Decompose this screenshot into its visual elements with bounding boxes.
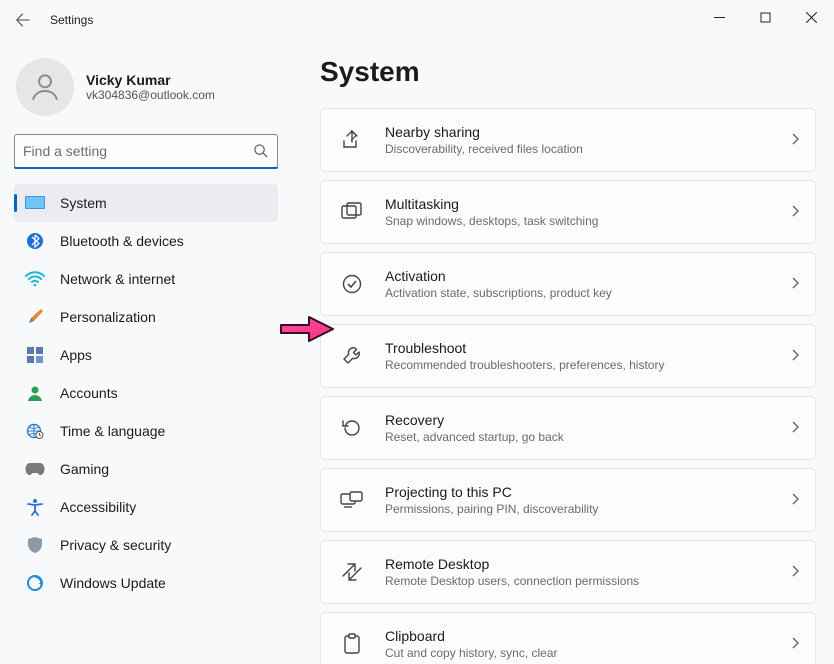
person-icon: [28, 70, 62, 104]
close-icon: [806, 12, 817, 23]
card-subtitle: Discoverability, received files location: [385, 141, 789, 157]
nav-item-bluetooth[interactable]: Bluetooth & devices: [14, 222, 278, 260]
card-title: Troubleshoot: [385, 339, 789, 357]
card-title: Multitasking: [385, 195, 789, 213]
card-subtitle: Activation state, subscriptions, product…: [385, 285, 789, 301]
clipboard-icon: [339, 631, 365, 657]
card-activation[interactable]: ActivationActivation state, subscription…: [320, 252, 816, 316]
nav-item-apps[interactable]: Apps: [14, 336, 278, 374]
nav-item-network[interactable]: Network & internet: [14, 260, 278, 298]
remote-icon: [339, 559, 365, 585]
chevron-right-icon: [789, 420, 801, 436]
chevron-right-icon: [789, 492, 801, 508]
minimize-icon: [714, 12, 725, 23]
card-subtitle: Cut and copy history, sync, clear: [385, 645, 789, 661]
nav-item-accounts[interactable]: Accounts: [14, 374, 278, 412]
card-subtitle: Reset, advanced startup, go back: [385, 429, 789, 445]
nav-label: Accounts: [60, 385, 118, 401]
update-icon: [24, 572, 46, 594]
card-title: Projecting to this PC: [385, 483, 789, 501]
card-subtitle: Snap windows, desktops, task switching: [385, 213, 789, 229]
avatar: [16, 58, 74, 116]
card-recovery[interactable]: RecoveryReset, advanced startup, go back: [320, 396, 816, 460]
nav-label: Personalization: [60, 309, 156, 325]
card-title: Clipboard: [385, 627, 789, 645]
search-icon: [253, 143, 268, 161]
multitask-icon: [339, 199, 365, 225]
arrow-left-icon: [15, 12, 31, 28]
nav-label: Apps: [60, 347, 92, 363]
accessibility-icon: [24, 496, 46, 518]
page-title: System: [320, 56, 816, 88]
minimize-button[interactable]: [696, 0, 742, 34]
nav-label: Bluetooth & devices: [60, 233, 184, 249]
nav-label: Time & language: [60, 423, 165, 439]
card-clipboard[interactable]: ClipboardCut and copy history, sync, cle…: [320, 612, 816, 664]
card-subtitle: Permissions, pairing PIN, discoverabilit…: [385, 501, 789, 517]
wrench-icon: [339, 343, 365, 369]
nav-item-time-language[interactable]: Time & language: [14, 412, 278, 450]
card-subtitle: Remote Desktop users, connection permiss…: [385, 573, 789, 589]
chevron-right-icon: [789, 204, 801, 220]
card-title: Nearby sharing: [385, 123, 789, 141]
maximize-icon: [760, 12, 771, 23]
bluetooth-icon: [24, 230, 46, 252]
card-multitasking[interactable]: MultitaskingSnap windows, desktops, task…: [320, 180, 816, 244]
chevron-right-icon: [789, 636, 801, 652]
card-subtitle: Recommended troubleshooters, preferences…: [385, 357, 789, 373]
back-button[interactable]: [6, 3, 40, 37]
nav-label: Accessibility: [60, 499, 136, 515]
card-title: Remote Desktop: [385, 555, 789, 573]
app-title: Settings: [50, 13, 93, 27]
nav-label: Gaming: [60, 461, 109, 477]
card-nearby-sharing[interactable]: Nearby sharingDiscoverability, received …: [320, 108, 816, 172]
chevron-right-icon: [789, 132, 801, 148]
nav-item-accessibility[interactable]: Accessibility: [14, 488, 278, 526]
card-remote-desktop[interactable]: Remote DesktopRemote Desktop users, conn…: [320, 540, 816, 604]
nav-label: Privacy & security: [60, 537, 171, 553]
annotation-arrow: [279, 311, 335, 347]
share-arrow-icon: [339, 127, 365, 153]
card-projecting[interactable]: Projecting to this PCPermissions, pairin…: [320, 468, 816, 532]
nav-label: Windows Update: [60, 575, 166, 591]
brush-icon: [24, 306, 46, 328]
apps-icon: [24, 344, 46, 366]
chevron-right-icon: [789, 564, 801, 580]
history-icon: [339, 415, 365, 441]
card-title: Recovery: [385, 411, 789, 429]
nav-item-privacy[interactable]: Privacy & security: [14, 526, 278, 564]
globe-clock-icon: [24, 420, 46, 442]
close-button[interactable]: [788, 0, 834, 34]
chevron-right-icon: [789, 276, 801, 292]
nav-list: System Bluetooth & devices Network & int…: [14, 184, 278, 602]
user-name: Vicky Kumar: [86, 72, 215, 88]
check-circle-icon: [339, 271, 365, 297]
nav-item-personalization[interactable]: Personalization: [14, 298, 278, 336]
nav-label: System: [60, 195, 107, 211]
nav-item-gaming[interactable]: Gaming: [14, 450, 278, 488]
gamepad-icon: [24, 458, 46, 480]
nav-item-system[interactable]: System: [14, 184, 278, 222]
search-input[interactable]: [14, 134, 278, 168]
user-card[interactable]: Vicky Kumar vk304836@outlook.com: [16, 58, 278, 116]
card-title: Activation: [385, 267, 789, 285]
card-troubleshoot[interactable]: TroubleshootRecommended troubleshooters,…: [320, 324, 816, 388]
maximize-button[interactable]: [742, 0, 788, 34]
nav-item-windows-update[interactable]: Windows Update: [14, 564, 278, 602]
display-icon: [24, 192, 46, 214]
chevron-right-icon: [789, 348, 801, 364]
user-email: vk304836@outlook.com: [86, 88, 215, 102]
wifi-icon: [24, 268, 46, 290]
account-icon: [24, 382, 46, 404]
project-icon: [339, 487, 365, 513]
nav-label: Network & internet: [60, 271, 175, 287]
shield-icon: [24, 534, 46, 556]
